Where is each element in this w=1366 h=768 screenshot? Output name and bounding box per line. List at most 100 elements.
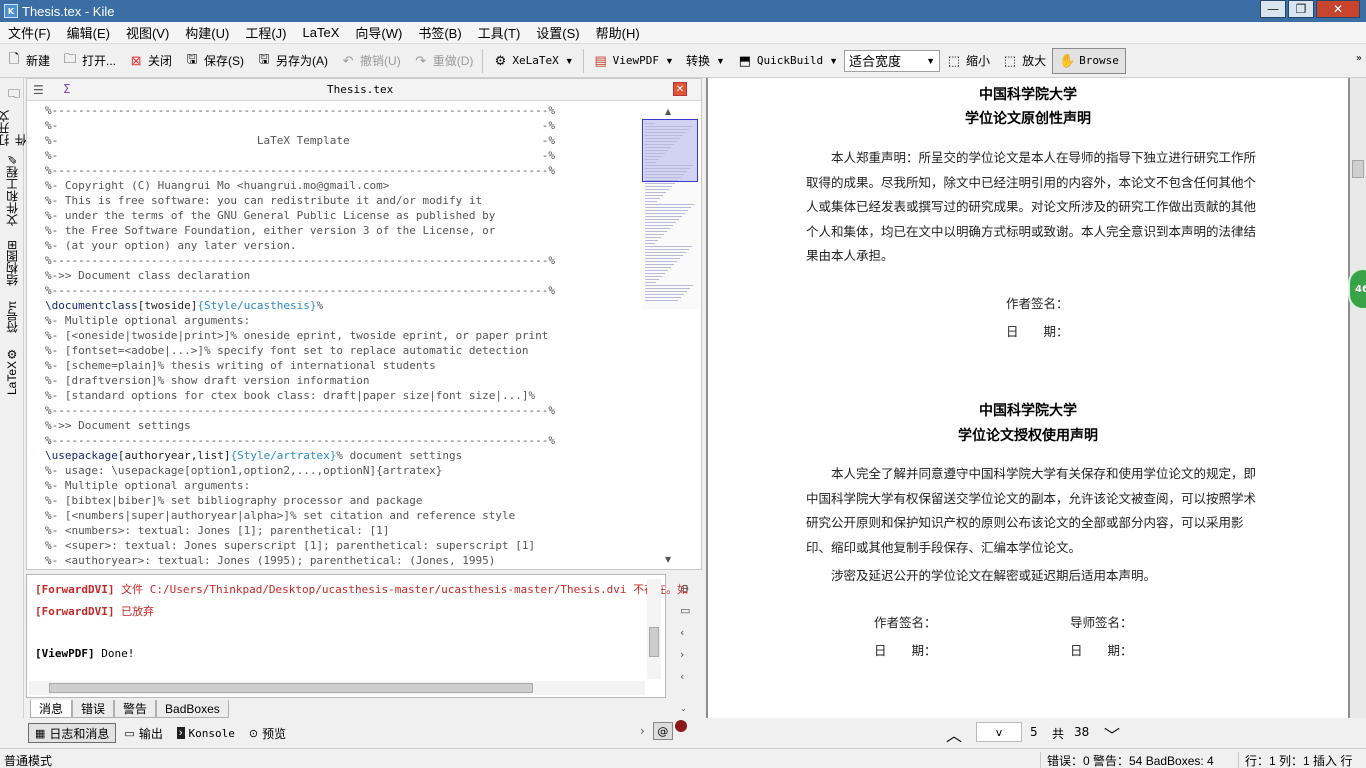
- tab-log-messages[interactable]: ▦ 日志和消息: [28, 723, 117, 743]
- scroll-thumb[interactable]: [49, 683, 533, 693]
- comment-icon[interactable]: ▭: [680, 604, 690, 617]
- xelatex-button[interactable]: ⚙ XeLaTeX ▼: [486, 48, 579, 74]
- save-as-button[interactable]: 🖫 另存为(A): [250, 48, 334, 74]
- menu-settings[interactable]: 设置(S): [528, 23, 587, 42]
- pdf-vertical-scrollbar[interactable]: [1350, 78, 1366, 718]
- new-button[interactable]: 🗋 新建: [0, 48, 56, 74]
- scroll-thumb[interactable]: [649, 627, 659, 657]
- pdf-page[interactable]: 中国科学院大学 学位论文原创性声明 本人郑重声明：所呈交的学位论文是本人在导师的…: [708, 78, 1348, 718]
- new-label: 新建: [26, 54, 51, 68]
- command-prompt-icon[interactable]: ›: [640, 724, 645, 738]
- pdf-viewer: 中国科学院大学 学位论文原创性声明 本人郑重声明：所呈交的学位论文是本人在导师的…: [706, 78, 1366, 718]
- close-window-button[interactable]: ✕: [1316, 0, 1360, 18]
- clear-icon[interactable]: ⊖: [680, 582, 689, 595]
- previous-page-icon[interactable]: ︿: [946, 722, 962, 746]
- undo-button[interactable]: ↶ 撤销(U): [334, 48, 407, 74]
- minimap-line: [645, 189, 669, 190]
- pdf-section2-university: 中国科学院大学: [979, 403, 1077, 419]
- minimap[interactable]: [641, 119, 699, 309]
- menu-tools[interactable]: 工具(T): [470, 23, 529, 42]
- menu-build[interactable]: 构建(U): [177, 23, 237, 42]
- pdf-icon: ▤: [594, 52, 607, 68]
- menu-view[interactable]: 视图(V): [118, 23, 177, 42]
- expand-icon[interactable]: ⌄: [680, 704, 687, 713]
- left-sidebar: 打开文件 🗀 文件和工程 ✎ 结构图 ⊞ 符号 π LaTeX ⚙: [0, 78, 28, 718]
- code-line: %- [<oneside|twoside|print>]% oneside ep…: [45, 329, 549, 342]
- editor-tab-bar: ☰ Σ Thesis.tex ✕: [27, 79, 701, 101]
- log-tab-messages[interactable]: 消息: [30, 700, 73, 718]
- scroll-thumb[interactable]: [1352, 160, 1364, 178]
- back-icon[interactable]: ‹: [680, 670, 684, 683]
- quickbuild-label: QuickBuild: [756, 54, 824, 67]
- gear-icon: ⚙: [494, 52, 507, 68]
- log-tab-badboxes[interactable]: BadBoxes: [156, 700, 229, 718]
- at-sign-button[interactable]: @: [652, 722, 673, 740]
- previous-icon[interactable]: ‹: [680, 626, 684, 639]
- zoom-mode-select[interactable]: 适合宽度 ▼: [844, 49, 941, 72]
- open-button[interactable]: 🗀 打开...: [56, 48, 122, 74]
- log-tab-errors[interactable]: 错误: [72, 700, 115, 718]
- sidebar-tab-symbols[interactable]: 符号 π: [2, 296, 22, 338]
- maximize-button[interactable]: ❐: [1288, 0, 1314, 18]
- log-vertical-scrollbar[interactable]: [647, 579, 661, 679]
- minimap-line: [645, 204, 694, 205]
- code-editor[interactable]: %---------------------------------------…: [45, 103, 639, 569]
- tab-output[interactable]: ▭ 输出: [118, 723, 168, 743]
- next-page-icon[interactable]: ﹀: [1104, 722, 1120, 746]
- dropdown-arrow-icon[interactable]: ▼: [829, 56, 838, 66]
- quickbuild-button[interactable]: ⬒ QuickBuild ▼: [731, 48, 844, 74]
- minimize-button[interactable]: —: [1260, 0, 1286, 18]
- code-line: %- -%: [45, 149, 555, 162]
- menu-help[interactable]: 帮助(H): [588, 23, 648, 42]
- xelatex-label: XeLaTeX: [512, 54, 559, 67]
- menu-file[interactable]: 文件(F): [0, 23, 59, 42]
- sidebar-tab-latex[interactable]: LaTeX ⚙: [2, 342, 22, 400]
- toolbar-overflow-icon[interactable]: »: [1356, 53, 1362, 64]
- close-file-button[interactable]: ⊠ 关闭: [122, 48, 178, 74]
- browse-button[interactable]: ✋ Browse: [1052, 47, 1126, 74]
- sidebar-tab-structure[interactable]: 结构图 ⊞: [2, 234, 22, 292]
- code-line: %->> Document settings: [45, 419, 191, 432]
- minimap-line: [645, 174, 684, 175]
- zoom-in-button[interactable]: ⬚ 放大: [996, 48, 1052, 74]
- zoom-out-button[interactable]: ⬚ 缩小: [940, 48, 996, 74]
- minimap-line: [645, 279, 659, 280]
- sidebar-tab-open-files[interactable]: 打开文件 🗀: [0, 82, 28, 146]
- editor-tab-title[interactable]: Thesis.tex: [327, 83, 393, 96]
- redo-button[interactable]: ↷ 重做(D): [407, 48, 480, 74]
- sidebar-tab-label: 符号: [5, 309, 20, 334]
- record-indicator[interactable]: [674, 720, 687, 732]
- menu-bookmarks[interactable]: 书签(B): [410, 23, 469, 42]
- menu-wizard[interactable]: 向导(W): [347, 23, 410, 42]
- log-tag: [ForwardDVI]: [35, 583, 115, 596]
- menu-edit[interactable]: 编辑(E): [59, 23, 118, 42]
- sidebar-tab-label: 结构图: [5, 250, 20, 287]
- convert-button[interactable]: 转换 ▼: [680, 48, 731, 74]
- log-tab-warnings[interactable]: 警告: [114, 700, 157, 718]
- menu-latex[interactable]: LaTeX: [295, 25, 348, 40]
- page-number-input[interactable]: v: [976, 722, 1022, 742]
- code-line: %---------------------------------------…: [45, 104, 555, 117]
- floating-badge[interactable]: 46: [1348, 268, 1366, 310]
- menu-project[interactable]: 工程(J): [237, 23, 294, 42]
- tab-konsole[interactable]: › Konsole: [171, 723, 241, 743]
- dropdown-arrow-icon[interactable]: ▼: [665, 56, 674, 66]
- scroll-up-icon[interactable]: ▲: [665, 107, 671, 116]
- log-horizontal-scrollbar[interactable]: [29, 681, 645, 695]
- next-icon[interactable]: ›: [680, 648, 684, 661]
- dropdown-arrow-icon[interactable]: ▼: [716, 56, 725, 66]
- scroll-down-icon[interactable]: ▼: [665, 555, 671, 564]
- viewpdf-button[interactable]: ▤ ViewPDF ▼: [587, 48, 680, 74]
- minimap-line: [645, 270, 668, 271]
- close-label: 关闭: [148, 54, 173, 68]
- pdf-section2-paragraph2: 涉密及延迟公开的学位论文在解密或延迟期后适用本声明。: [831, 568, 1157, 583]
- tab-preview[interactable]: ⊙ 预览: [243, 723, 292, 743]
- close-tab-icon[interactable]: ✕: [673, 82, 687, 96]
- save-button[interactable]: 🖫 保存(S): [178, 48, 250, 74]
- document-list-icon[interactable]: ☰: [33, 83, 44, 97]
- main-toolbar: 🗋 新建 🗀 打开... ⊠ 关闭 🖫 保存(S) 🖫 另存为(A) ↶ 撤销(U) ↷ 重做…: [0, 44, 1366, 78]
- log-tag: [ForwardDVI]: [35, 605, 115, 618]
- minimap-line: [645, 192, 666, 193]
- sidebar-tab-files-projects[interactable]: 文件和工程 ✎: [2, 150, 22, 228]
- dropdown-arrow-icon[interactable]: ▼: [565, 56, 574, 66]
